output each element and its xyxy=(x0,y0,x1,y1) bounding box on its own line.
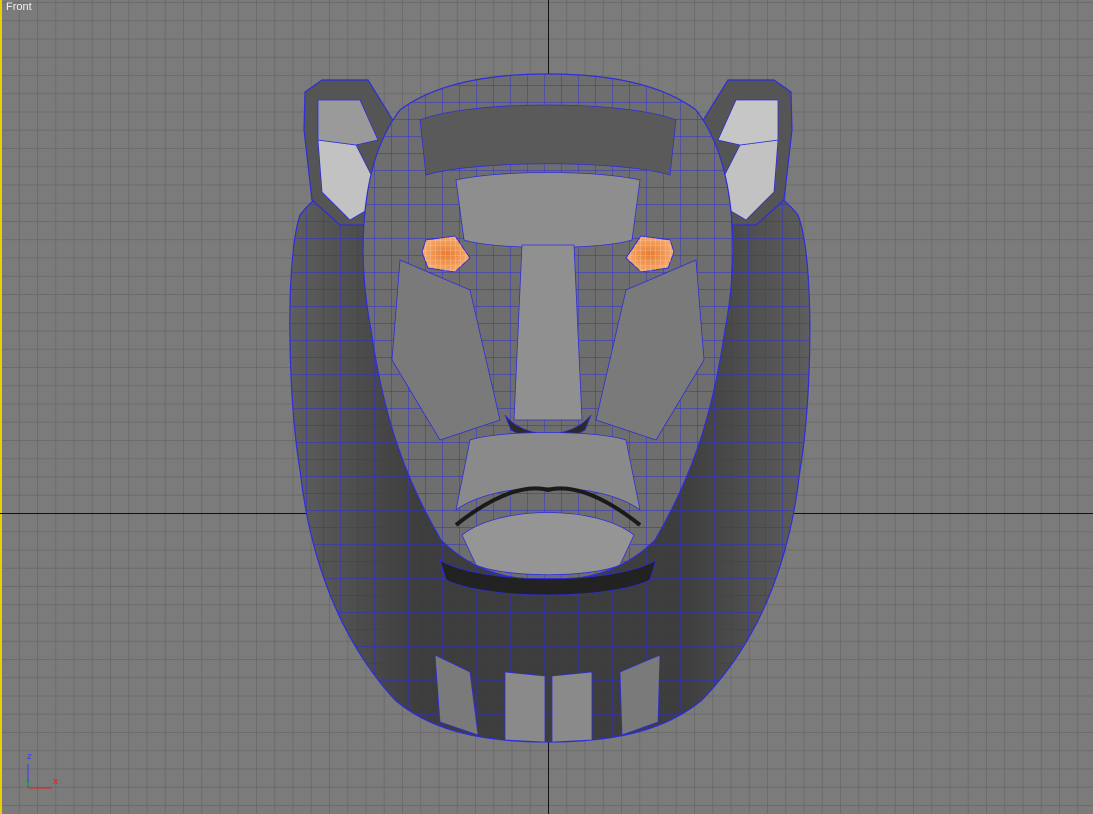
viewport-label[interactable]: Front xyxy=(6,1,32,13)
axis-gizmo: z y x xyxy=(20,750,70,795)
y-axis-label: y xyxy=(25,778,31,788)
lion-head-mesh[interactable] xyxy=(0,0,1093,814)
z-axis-label: z xyxy=(27,752,32,762)
x-axis-label: x xyxy=(53,777,59,787)
front-viewport[interactable]: Front z y x xyxy=(0,0,1093,814)
